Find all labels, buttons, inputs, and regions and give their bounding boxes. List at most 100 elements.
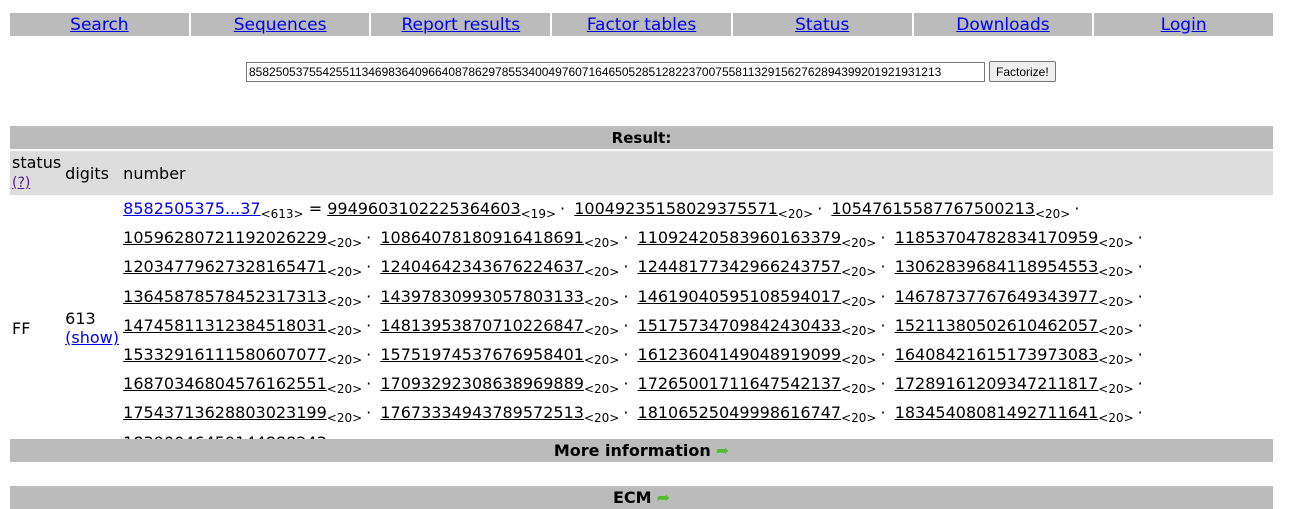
factor-link[interactable]: 17265001711647542137: [638, 374, 842, 393]
multiply-dot: ·: [1137, 315, 1143, 335]
nav-cell-login: Login: [1094, 13, 1274, 36]
status-column-header: status (?): [10, 151, 64, 195]
multiply-dot: ·: [623, 286, 629, 306]
number-column-header: number: [121, 151, 1273, 195]
factor-link[interactable]: 10547615587767500213: [831, 199, 1035, 218]
factor-link[interactable]: 16870346804576162551: [123, 374, 327, 393]
factor-link[interactable]: 15751974537676958401: [380, 345, 584, 364]
multiply-dot: ·: [1137, 344, 1143, 364]
result-header-row: status (?) digits number: [10, 151, 1273, 195]
factor-link[interactable]: 12034779627328165471: [123, 257, 327, 276]
factor-link[interactable]: 16408421615173973083: [895, 345, 1099, 364]
factor-digits: <19>: [520, 207, 557, 222]
status-value: FF: [12, 318, 31, 338]
factor-link[interactable]: 13645878578452317313: [123, 287, 327, 306]
nav-link-downloads[interactable]: Downloads: [956, 15, 1049, 35]
factor-link[interactable]: 14397830993057803133: [380, 287, 584, 306]
factorize-button[interactable]: Factorize!: [989, 61, 1056, 82]
factor-digits: <20>: [1098, 236, 1134, 251]
factor-digits: <20>: [841, 323, 877, 338]
factor-digits: <20>: [841, 265, 877, 280]
multiply-dot: ·: [1074, 199, 1080, 218]
factor-link[interactable]: 16123604149048919099: [638, 345, 842, 364]
nav-link-sequences[interactable]: Sequences: [234, 15, 327, 35]
main-number-digits: <613>: [260, 207, 304, 222]
factor-digits: <20>: [326, 382, 363, 397]
factor-list: 9949603102225364603<19> · 100492351580293…: [123, 199, 1147, 455]
factor-digits: <20>: [326, 236, 363, 251]
more-information-bar[interactable]: More information ➦: [10, 439, 1273, 462]
multiply-dot: ·: [880, 286, 886, 306]
show-digits-link[interactable]: (show): [65, 328, 119, 347]
multiply-dot: ·: [623, 257, 629, 277]
factor-link[interactable]: 15332916111580607077: [123, 345, 327, 364]
factor-link[interactable]: 14745811312384518031: [123, 316, 327, 335]
green-curved-arrow-icon[interactable]: ➦: [716, 441, 729, 460]
factor-link[interactable]: 11853704782834170959: [895, 228, 1099, 247]
factor-link[interactable]: 17289161209347211817: [895, 374, 1099, 393]
factor-digits: <20>: [326, 265, 363, 280]
factor-link[interactable]: 12448177342966243757: [638, 257, 842, 276]
factor-digits: <20>: [326, 323, 363, 338]
ecm-bar[interactable]: ECM ➦: [10, 486, 1273, 509]
multiply-dot: ·: [366, 374, 372, 394]
status-help-link[interactable]: (?): [12, 175, 30, 191]
factor-digits: <20>: [326, 353, 363, 368]
nav-link-report-results[interactable]: Report results: [401, 15, 520, 35]
factor-digits: <20>: [1098, 323, 1134, 338]
factor-link[interactable]: 11092420583960163379: [638, 228, 842, 247]
more-information-label: More information: [553, 441, 711, 460]
main-number-link[interactable]: 8582505375...37: [123, 199, 260, 218]
multiply-dot: ·: [623, 344, 629, 364]
multiply-dot: ·: [880, 228, 886, 248]
factor-digits: <20>: [777, 207, 814, 222]
nav-link-status[interactable]: Status: [795, 15, 849, 35]
factor-link[interactable]: 10596280721192026229: [123, 228, 327, 247]
status-header-label: status: [12, 153, 62, 172]
factor-digits: <20>: [841, 411, 877, 426]
factor-digits: <20>: [326, 411, 363, 426]
multiply-dot: ·: [560, 199, 566, 218]
factor-link[interactable]: 12404642343676224637: [380, 257, 584, 276]
factor-link[interactable]: 14619040595108594017: [638, 287, 842, 306]
factor-link[interactable]: 10049235158029375571: [574, 199, 778, 218]
factor-link[interactable]: 18106525049998616747: [638, 403, 842, 422]
multiply-dot: ·: [880, 403, 886, 423]
factor-link[interactable]: 15175734709842430433: [638, 316, 842, 335]
factor-link[interactable]: 13062839684118954553: [895, 257, 1099, 276]
factor-digits: <20>: [326, 294, 363, 309]
multiply-dot: ·: [1137, 374, 1143, 394]
factor-link[interactable]: 10864078180916418691: [380, 228, 584, 247]
nav-cell-search: Search: [10, 13, 191, 36]
nav-cell-status: Status: [732, 13, 914, 36]
green-curved-arrow-icon[interactable]: ➦: [657, 488, 670, 507]
factor-link[interactable]: 14678737767649343977: [895, 287, 1099, 306]
factor-digits: <20>: [1098, 382, 1134, 397]
nav-link-search[interactable]: Search: [70, 15, 128, 35]
multiply-dot: ·: [623, 228, 629, 248]
factorization-cell: 8582505375...37<613> = 99496031022253646…: [121, 195, 1273, 462]
factor-link[interactable]: 14813953870710226847: [380, 316, 584, 335]
number-query-input[interactable]: [246, 61, 985, 82]
multiply-dot: ·: [1137, 228, 1143, 248]
factor-digits: <20>: [841, 294, 877, 309]
multiply-dot: ·: [623, 403, 629, 423]
nav-link-factor-tables[interactable]: Factor tables: [587, 15, 696, 35]
nav-link-login[interactable]: Login: [1161, 15, 1207, 35]
factor-link[interactable]: 17673334943789572513: [380, 403, 584, 422]
multiply-dot: ·: [366, 286, 372, 306]
factor-link[interactable]: 17093292308638969889: [380, 374, 584, 393]
multiply-dot: ·: [880, 374, 886, 394]
factor-digits: <20>: [583, 411, 620, 426]
factor-digits: <20>: [583, 382, 620, 397]
search-form: Factorize!: [246, 61, 1056, 82]
top-nav: Search Sequences Report results Factor t…: [10, 13, 1274, 36]
factor-link[interactable]: 17543713628803023199: [123, 403, 327, 422]
factor-digits: <20>: [1098, 265, 1134, 280]
factor-digits: <20>: [1098, 411, 1134, 426]
factor-link[interactable]: 9949603102225364603: [327, 199, 520, 218]
nav-cell-sequences: Sequences: [190, 13, 372, 36]
factor-link[interactable]: 15211380502610462057: [895, 316, 1099, 335]
factor-digits: <20>: [583, 323, 620, 338]
factor-link[interactable]: 18345408081492711641: [895, 403, 1099, 422]
